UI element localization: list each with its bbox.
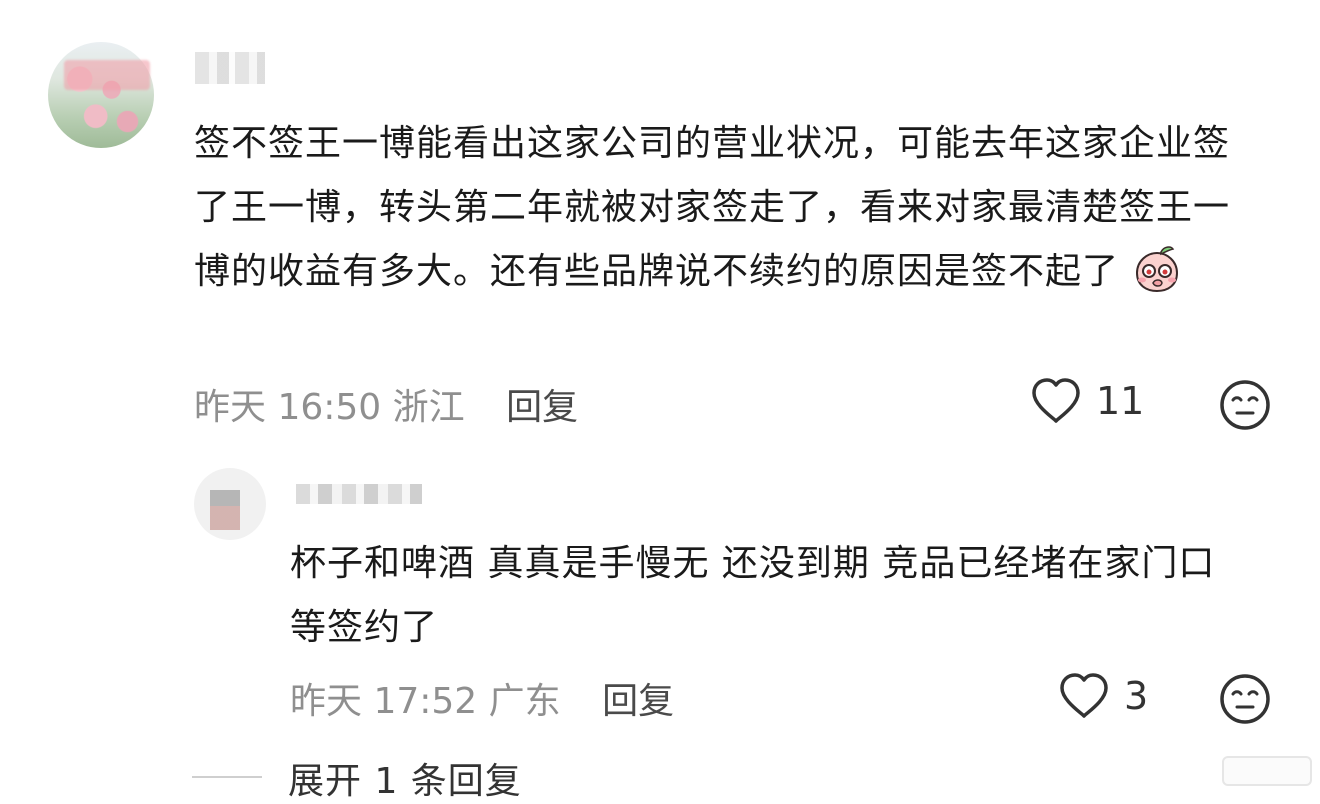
peach-blush-emoji [1136,246,1179,293]
reply-button[interactable]: 回复 [506,387,578,428]
heart-outline-icon [1060,673,1108,718]
reply-username-redacted[interactable] [296,484,422,504]
expand-replies-button[interactable]: 展开 1 条回复 [288,752,522,804]
reply-body: 杯子和啤酒 真真是手慢无 还没到期 竞品已经堵在家门口等签约了 [290,543,1216,648]
reply-like-count: 3 [1124,674,1149,718]
comment-meta: 昨天 16:50 浙江 回复 [194,378,578,430]
heart-outline-icon [1032,378,1080,423]
comment-time-location: 昨天 16:50 浙江 [194,387,465,428]
expand-divider [192,776,262,778]
reply-like-button[interactable]: 3 [1058,672,1148,720]
reply-dislike-button[interactable] [1218,672,1272,730]
comment-body: 签不签王一博能看出这家公司的营业状况，可能去年这家企业签了王一博，转头第二年就被… [194,112,1254,304]
dislike-button[interactable] [1218,378,1272,436]
reply-meta: 昨天 17:52 广东 回复 [290,672,674,724]
comment-text: 签不签王一博能看出这家公司的营业状况，可能去年这家企业签了王一博，转头第二年就被… [194,123,1231,292]
reply-reply-button[interactable]: 回复 [602,681,674,722]
commenter-username-redacted[interactable] [195,52,265,84]
avatar-redaction [64,60,150,90]
like-count: 11 [1096,379,1145,423]
watermark-badge [1222,756,1312,786]
like-button[interactable]: 11 [1030,377,1144,425]
reply-time-location: 昨天 17:52 广东 [290,681,561,722]
neutral-face-icon [1220,674,1270,724]
reply-avatar-redaction [210,490,240,530]
commenter-avatar[interactable] [48,42,154,148]
neutral-face-icon [1220,380,1270,430]
